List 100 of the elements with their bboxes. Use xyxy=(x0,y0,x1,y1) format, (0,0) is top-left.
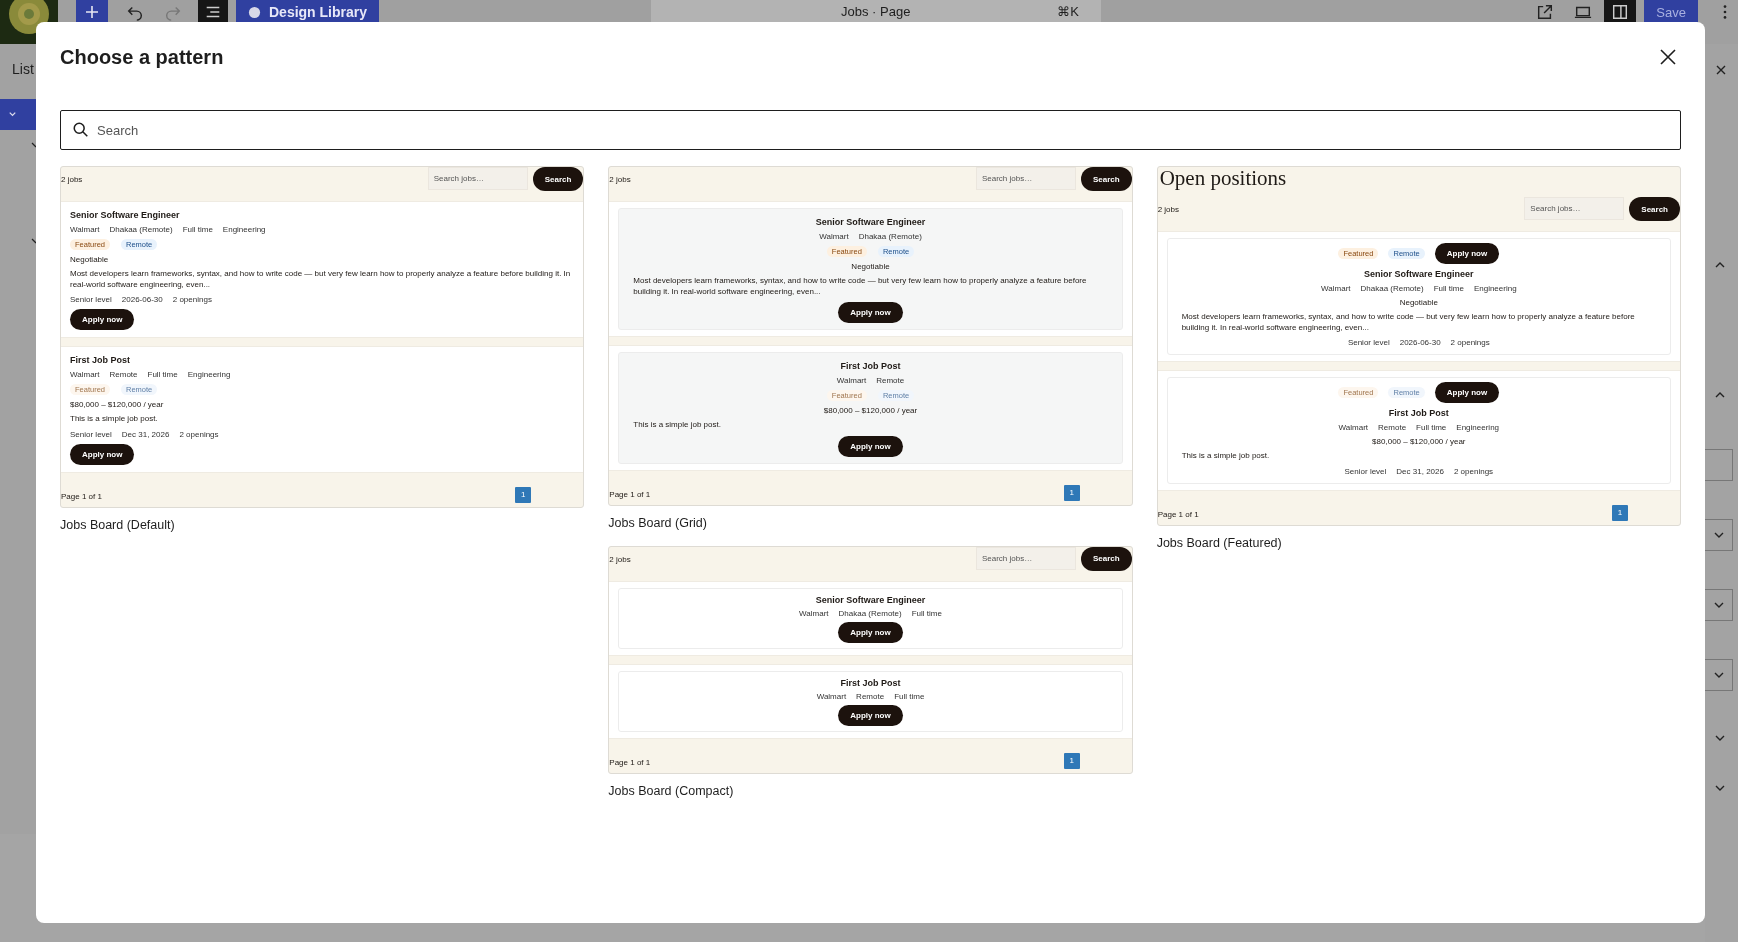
pattern-title: Jobs Board (Default) xyxy=(60,517,176,532)
job-description: This is a simple job post. xyxy=(70,414,158,425)
job-detail: Dec 31, 2026 xyxy=(1396,466,1444,476)
search-button[interactable]: Search xyxy=(532,167,584,191)
job-count: 2 jobs xyxy=(609,554,631,564)
job-meta: Dhakaa (Remote) xyxy=(858,232,922,241)
job-meta: Full time xyxy=(894,691,925,701)
apply-button[interactable]: Apply now xyxy=(838,435,903,457)
apply-button[interactable]: Apply now xyxy=(1434,382,1500,403)
more-icon[interactable] xyxy=(1722,3,1728,21)
job-title: First Job Post xyxy=(840,361,901,371)
page-button[interactable]: 1 xyxy=(1063,752,1080,769)
external-link-icon[interactable] xyxy=(1536,3,1555,21)
job-meta: Walmart xyxy=(836,376,867,385)
job-detail: 2 openings xyxy=(179,429,219,439)
job-meta: Remote xyxy=(856,691,885,701)
job-meta: Dhakaa (Remote) xyxy=(1360,284,1424,293)
sidebar-button[interactable] xyxy=(1604,0,1637,24)
salary-text: $80,000 – $120,000 / year xyxy=(70,400,164,409)
job-detail: 2 openings xyxy=(1450,338,1490,347)
job-detail: 2026-06-30 xyxy=(121,295,163,304)
job-detail: Senior level xyxy=(1347,338,1390,347)
job-title: First Job Post xyxy=(70,355,130,365)
job-detail: 2 openings xyxy=(172,295,212,304)
apply-button[interactable]: Apply now xyxy=(838,621,903,643)
job-meta: Engineering xyxy=(187,370,231,379)
salary-text: $80,000 – $120,000 / year xyxy=(823,406,918,415)
job-meta: Walmart xyxy=(816,691,847,701)
job-title: Senior Software Engineer xyxy=(70,210,180,220)
page-button[interactable]: 1 xyxy=(1063,484,1080,501)
job-meta: Walmart xyxy=(70,370,100,379)
job-detail: Dec 31, 2026 xyxy=(121,429,170,439)
job-meta: Walmart xyxy=(819,232,849,241)
job-count: 2 jobs xyxy=(1157,205,1179,214)
job-detail: 2 openings xyxy=(1453,466,1494,476)
apply-button[interactable]: Apply now xyxy=(70,309,135,330)
close-icon[interactable] xyxy=(1715,64,1727,76)
job-description: Most developers learn frameworks, syntax, and how to write code — but very few learn how to properly analyze a feature before building it. In real-world software engineering, even... xyxy=(633,276,1088,297)
job-meta: Dhakaa (Remote) xyxy=(838,608,902,618)
job-description: Most developers learn frameworks, syntax, and how to write code — but very few learn how to properly analyze a feature before building it. In real-world software engineering, even... xyxy=(70,269,572,290)
job-meta: Engineering xyxy=(1456,423,1500,432)
salary-text: Negotiable xyxy=(851,262,890,271)
page-info: Page 1 of 1 xyxy=(1157,509,1199,519)
page-info: Page 1 of 1 xyxy=(61,491,102,501)
section-heading: Open positions xyxy=(1158,167,1288,189)
pattern-title: Jobs Board (Featured) xyxy=(1156,535,1283,550)
job-description: This is a simple job post. xyxy=(633,420,722,431)
job-meta: Full time xyxy=(147,370,178,379)
job-title: Senior Software Engineer xyxy=(815,594,926,605)
pattern-title: Jobs Board (Grid) xyxy=(608,515,708,530)
job-meta: Full time xyxy=(1433,284,1464,293)
job-meta: Engineering xyxy=(1473,284,1517,293)
salary-text: $80,000 – $120,000 / year xyxy=(1372,437,1466,446)
search-icon xyxy=(72,121,90,139)
page-button[interactable]: 1 xyxy=(515,486,532,503)
job-meta: Remote xyxy=(1378,423,1407,432)
job-title: First Job Post xyxy=(840,677,901,688)
apply-button[interactable]: Apply now xyxy=(70,443,135,465)
design-library-button[interactable]: Design Library xyxy=(236,0,380,24)
pattern-preview[interactable] xyxy=(1156,166,1681,526)
job-description: This is a simple job post. xyxy=(1181,451,1271,462)
pattern-title: Jobs Board (Compact) xyxy=(608,783,735,798)
salary-text: Negotiable xyxy=(1399,298,1438,307)
list-view-button[interactable] xyxy=(198,0,228,24)
list-tab[interactable]: List xyxy=(12,61,34,77)
job-meta: Engineering xyxy=(222,225,266,234)
dialog-title: Choose a pattern xyxy=(60,45,224,69)
apply-button[interactable]: Apply now xyxy=(838,302,903,323)
search-field[interactable]: Search xyxy=(60,110,1681,150)
job-meta: Walmart xyxy=(1321,284,1351,293)
job-count: 2 jobs xyxy=(61,175,83,184)
job-meta: Full time xyxy=(911,608,942,618)
job-meta: Remote xyxy=(876,376,905,385)
search-button[interactable]: Search xyxy=(1080,167,1132,191)
plus-icon xyxy=(84,4,100,20)
job-title: Senior Software Engineer xyxy=(815,217,926,227)
close-icon[interactable] xyxy=(1658,47,1678,67)
document-title-button[interactable]: Jobs · Page ⌘K xyxy=(651,0,1102,22)
job-meta: Remote xyxy=(109,370,138,379)
job-detail: Senior level xyxy=(70,295,112,304)
job-detail: 2026-06-30 xyxy=(1399,338,1441,347)
job-description: Most developers learn frameworks, syntax, and how to write code — but very few learn how to properly analyze a feature before building it. In real-world software engineering, even... xyxy=(1181,312,1636,333)
pattern-preview[interactable] xyxy=(60,166,585,508)
pattern-preview[interactable] xyxy=(608,166,1133,506)
pattern-preview[interactable]: 2 jobs Search jobs… Search Senior Software Engineer Walmart Dhakaa (Remote) Full time Apply now First Job Post Walmart Remote Full time Apply now Page 1 of 1 1 xyxy=(608,545,1133,774)
job-meta: Walmart xyxy=(1338,423,1369,432)
apply-button[interactable]: Apply now xyxy=(1434,243,1500,264)
job-count: 2 jobs xyxy=(609,175,631,184)
job-meta: Full time xyxy=(1416,423,1447,432)
job-title: Senior Software Engineer xyxy=(1364,269,1474,279)
search-button[interactable]: Search xyxy=(1629,197,1680,221)
circle-icon xyxy=(248,5,261,19)
job-detail: Senior level xyxy=(1344,466,1387,476)
job-meta: Dhakaa (Remote) xyxy=(109,225,173,234)
add-button[interactable] xyxy=(76,0,108,24)
search-button[interactable]: Search xyxy=(1080,546,1132,571)
job-title: First Job Post xyxy=(1388,408,1449,418)
page-button[interactable]: 1 xyxy=(1612,504,1628,521)
apply-button[interactable]: Apply now xyxy=(838,704,903,726)
job-meta: Walmart xyxy=(799,608,829,618)
